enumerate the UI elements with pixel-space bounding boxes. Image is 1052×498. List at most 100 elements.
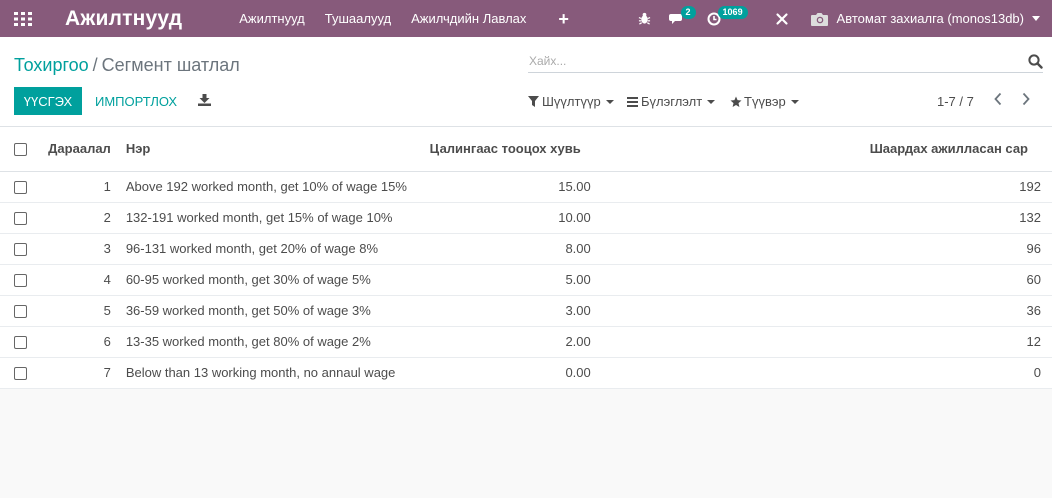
table-row[interactable]: 6 13-35 worked month, get 80% of wage 2%… xyxy=(0,326,1052,358)
name-cell: Above 192 worked month, get 10% of wage … xyxy=(120,171,420,203)
list-icon xyxy=(627,96,638,107)
sequence-cell: 6 xyxy=(37,326,121,358)
row-checkbox-cell xyxy=(0,264,38,296)
chevron-down-icon xyxy=(1032,16,1040,21)
apps-grid-icon[interactable] xyxy=(0,0,46,37)
row-checkbox-cell xyxy=(0,295,38,327)
name-cell: 132-191 worked month, get 15% of wage 10… xyxy=(120,202,420,234)
filter-icon xyxy=(528,96,539,107)
download-icon[interactable] xyxy=(198,94,211,106)
table-row[interactable]: 7 Below than 13 working month, no annaul… xyxy=(0,357,1052,389)
row-checkbox[interactable] xyxy=(14,305,27,319)
rate-cell: 8.00 xyxy=(419,233,857,265)
row-checkbox[interactable] xyxy=(14,212,27,226)
breadcrumb: Тохиргоо / Сегмент шатлал xyxy=(14,55,240,76)
row-checkbox-cell xyxy=(0,233,38,265)
navbar-systray: 2 1069 Автомат захиалга (monos13db) xyxy=(628,0,1052,37)
activity-icon[interactable]: 1069 xyxy=(704,0,768,37)
row-checkbox[interactable] xyxy=(14,336,27,350)
top-navbar: Ажилтнууд Ажилтнууд Тушаалууд Ажилчдийн … xyxy=(0,0,1052,37)
name-cell: 13-35 worked month, get 80% of wage 2% xyxy=(120,326,420,358)
column-header-name[interactable]: Нэр xyxy=(120,127,420,172)
list-table: Дараалал Нэр Цалингаас тооцох хувь Шаард… xyxy=(0,127,1052,389)
months-cell: 12 xyxy=(856,326,1052,358)
select-all-checkbox[interactable] xyxy=(14,143,28,157)
row-checkbox-cell xyxy=(0,202,38,234)
sequence-cell: 5 xyxy=(37,295,121,327)
bug-icon[interactable] xyxy=(628,0,662,37)
months-cell: 36 xyxy=(856,295,1052,327)
months-cell: 192 xyxy=(856,171,1052,203)
column-header-months[interactable]: Шаардах ажилласан сар xyxy=(856,127,1052,172)
company-name: Автомат захиалга (monos13db) xyxy=(836,11,1024,26)
page-title: Сегмент шатлал xyxy=(101,55,240,75)
menu-item-employees[interactable]: Ажилтнууд xyxy=(239,11,305,26)
create-button[interactable]: ҮҮСГЭХ xyxy=(14,87,82,115)
group-by-label: Бүлэглэлт xyxy=(641,94,703,109)
menu-item-orders[interactable]: Тушаалууд xyxy=(325,11,391,26)
messages-badge: 2 xyxy=(680,6,696,19)
chevron-right-icon[interactable] xyxy=(1021,92,1031,106)
row-checkbox[interactable] xyxy=(14,181,27,195)
company-switcher[interactable]: Автомат захиалга (monos13db) xyxy=(810,0,1040,37)
months-cell: 60 xyxy=(856,264,1052,296)
chevron-left-icon[interactable] xyxy=(993,92,1003,106)
table-row[interactable]: 3 96-131 worked month, get 20% of wage 8… xyxy=(0,233,1052,265)
search-input[interactable] xyxy=(528,51,1008,71)
favorites-label: Түүвэр xyxy=(744,94,786,109)
caret-down-icon xyxy=(605,99,614,104)
star-icon xyxy=(730,96,742,107)
rate-cell: 10.00 xyxy=(419,202,857,234)
table-row[interactable]: 1 Above 192 worked month, get 10% of wag… xyxy=(0,171,1052,203)
breadcrumb-separator: / xyxy=(92,55,98,75)
caret-down-icon xyxy=(707,99,716,104)
search-icon[interactable] xyxy=(1028,54,1043,69)
months-cell: 96 xyxy=(856,233,1052,265)
row-checkbox-cell xyxy=(0,171,38,203)
group-by-dropdown[interactable]: Бүлэглэлт xyxy=(627,94,716,109)
table-row[interactable]: 2 132-191 worked month, get 15% of wage … xyxy=(0,202,1052,234)
caret-down-icon xyxy=(790,99,799,104)
sequence-cell: 2 xyxy=(37,202,121,234)
filters-label: Шүүлтүүр xyxy=(542,94,601,109)
row-checkbox[interactable] xyxy=(14,367,27,381)
months-cell: 0 xyxy=(856,357,1052,389)
sequence-cell: 7 xyxy=(37,357,121,389)
name-cell: 60-95 worked month, get 30% of wage 5% xyxy=(120,264,420,296)
plus-icon[interactable]: + xyxy=(558,10,569,28)
activity-badge: 1069 xyxy=(717,6,748,19)
table-header-row: Дараалал Нэр Цалингаас тооцох хувь Шаард… xyxy=(0,127,1052,172)
table-row[interactable]: 5 36-59 worked month, get 50% of wage 3%… xyxy=(0,295,1052,327)
rate-cell: 3.00 xyxy=(419,295,857,327)
sequence-cell: 4 xyxy=(37,264,121,296)
rate-cell: 2.00 xyxy=(419,326,857,358)
messages-icon[interactable]: 2 xyxy=(662,0,704,37)
column-header-sequence[interactable]: Дараалал xyxy=(37,127,121,172)
search-box xyxy=(528,51,1043,73)
filters-dropdown[interactable]: Шүүлтүүр xyxy=(528,94,614,109)
row-checkbox[interactable] xyxy=(14,243,27,257)
tools-icon[interactable] xyxy=(768,0,796,37)
table-row[interactable]: 4 60-95 worked month, get 30% of wage 5%… xyxy=(0,264,1052,296)
sequence-cell: 1 xyxy=(37,171,121,203)
name-cell: 96-131 worked month, get 20% of wage 8% xyxy=(120,233,420,265)
select-all-cell xyxy=(0,127,38,172)
name-cell: Below than 13 working month, no annaul w… xyxy=(120,357,420,389)
control-panel: Тохиргоо/Сегмент шатлал ҮҮСГЭХ ИМПОРТЛОХ… xyxy=(0,37,1052,127)
row-checkbox[interactable] xyxy=(14,274,27,288)
rate-cell: 5.00 xyxy=(419,264,857,296)
breadcrumb-parent[interactable]: Тохиргоо xyxy=(14,55,89,75)
rate-cell: 15.00 xyxy=(419,171,857,203)
row-checkbox-cell xyxy=(0,357,38,389)
import-button[interactable]: ИМПОРТЛОХ xyxy=(95,87,177,115)
name-cell: 36-59 worked month, get 50% of wage 3% xyxy=(120,295,420,327)
months-cell: 132 xyxy=(856,202,1052,234)
column-header-rate[interactable]: Цалингаас тооцох хувь xyxy=(419,127,857,172)
pager-value[interactable]: 1-7 / 7 xyxy=(937,94,974,109)
sequence-cell: 3 xyxy=(37,233,121,265)
app-title[interactable]: Ажилтнууд xyxy=(65,7,182,31)
favorites-dropdown[interactable]: Түүвэр xyxy=(730,94,799,109)
menu-item-directory[interactable]: Ажилчдийн Лавлах xyxy=(411,11,526,26)
camera-icon xyxy=(810,12,828,26)
row-checkbox-cell xyxy=(0,326,38,358)
